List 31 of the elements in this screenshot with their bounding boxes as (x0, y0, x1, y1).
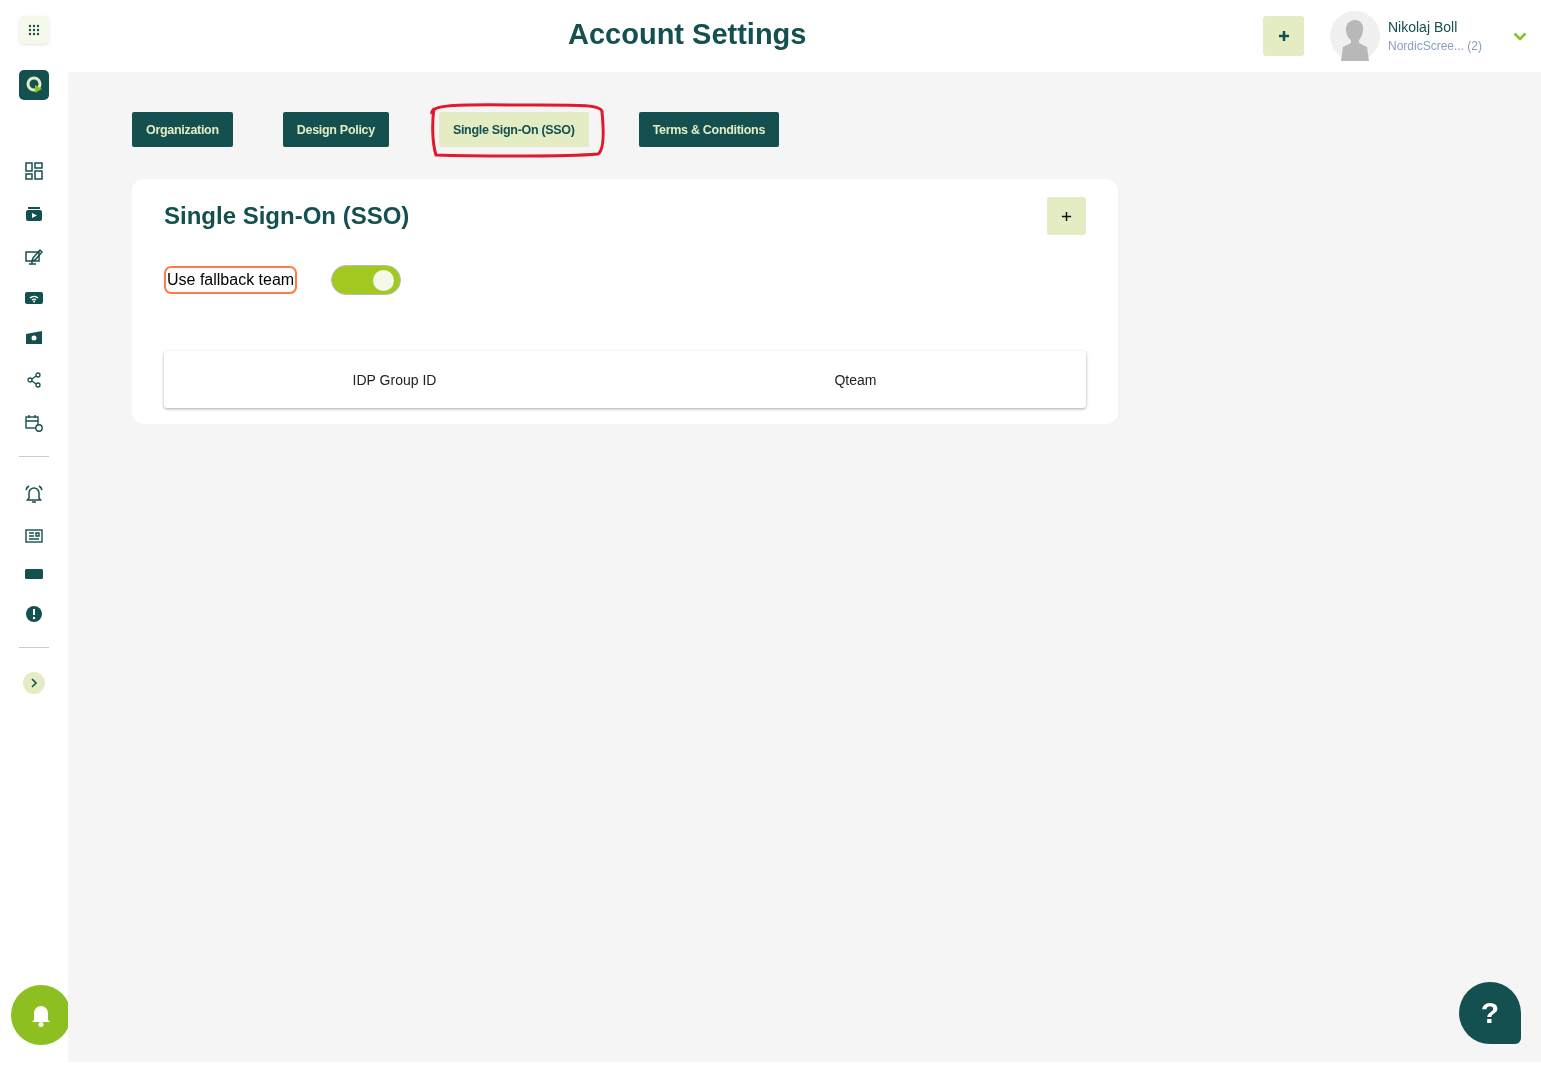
news-icon[interactable] (25, 529, 43, 543)
user-name: Nikolaj Boll (1388, 19, 1459, 35)
logo-icon[interactable] (19, 70, 49, 100)
bell-icon[interactable] (24, 485, 44, 503)
wifi-screen-icon[interactable] (25, 292, 43, 304)
apps-grid-icon (28, 24, 40, 36)
image-icon[interactable] (25, 330, 43, 346)
help-button[interactable]: ? (1459, 982, 1521, 1044)
apps-menu-button[interactable] (19, 16, 49, 44)
alert-icon[interactable] (25, 605, 43, 623)
share-icon[interactable] (26, 372, 42, 388)
tab[interactable]: Organization (132, 112, 233, 147)
column-header: Qteam (834, 371, 877, 388)
tab[interactable]: Single Sign-On (SSO) (438, 112, 589, 147)
page-title: Account Settings (568, 18, 807, 51)
tab[interactable]: Terms & Conditions (638, 112, 780, 147)
card-title: Single Sign-On (SSO) (164, 202, 410, 230)
add-button[interactable] (1263, 16, 1304, 56)
media-icon[interactable] (25, 206, 43, 222)
expand-icon[interactable] (23, 672, 45, 694)
bell-icon (30, 1003, 52, 1027)
dashboard-icon[interactable] (25, 162, 43, 180)
plus-icon (1061, 210, 1072, 222)
fallback-label: Use fallback team (164, 266, 298, 294)
tab[interactable]: Design Policy (282, 112, 389, 147)
fallback-toggle[interactable] (331, 265, 402, 295)
calendar-clock-icon[interactable] (25, 414, 43, 432)
column-header: IDP Group ID (352, 371, 437, 388)
plus-icon (1277, 30, 1290, 42)
edit-screen-icon[interactable] (25, 248, 43, 266)
organization-name: NordicScree... (2) (1388, 39, 1484, 53)
